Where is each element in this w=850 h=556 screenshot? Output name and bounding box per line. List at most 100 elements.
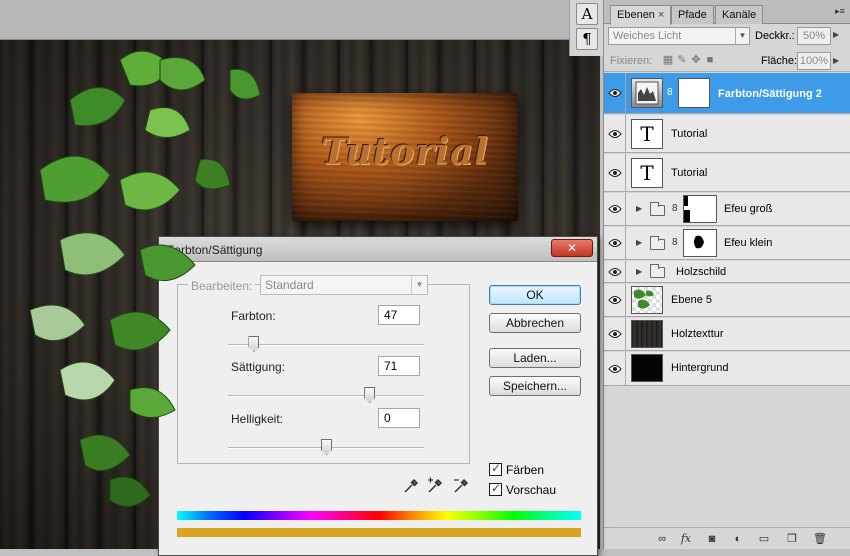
layer-name: Holzschild <box>676 266 727 278</box>
add-mask-icon[interactable]: ◙ <box>704 532 720 546</box>
layer-row-efeu-klein[interactable]: ▶ 8 Efeu klein <box>604 227 850 260</box>
eyedropper-minus-icon[interactable] <box>452 477 470 495</box>
layer-row-holztexttur[interactable]: Holztexttur <box>604 318 850 351</box>
new-layer-icon[interactable]: ❐ <box>784 532 800 546</box>
eye-icon[interactable] <box>604 261 626 282</box>
layer-thumbnail <box>631 286 663 314</box>
fx-icon[interactable]: fx <box>678 532 694 546</box>
text-layer-thumbnail-icon: T <box>631 119 663 149</box>
new-group-icon[interactable]: ▭ <box>756 532 772 546</box>
chevron-down-icon: ▼ <box>735 28 749 44</box>
eyedropper-plus-icon[interactable] <box>426 477 444 495</box>
layer-name: Ebene 5 <box>671 294 712 306</box>
colorize-label: Färben <box>506 463 545 477</box>
lock-transparency-icon[interactable]: ▦ <box>662 54 674 66</box>
lock-position-icon[interactable]: ✥ <box>690 54 702 66</box>
lock-row: Fixieren: ▦ ✎ ✥ ■ Fläche: 100% ▶ <box>604 50 850 72</box>
layer-name: Tutorial <box>671 167 708 179</box>
opacity-field[interactable]: 50% <box>797 27 831 45</box>
colorize-checkbox-row[interactable]: Färben <box>489 461 545 477</box>
paragraph-panel-icon[interactable]: ¶ <box>576 28 598 50</box>
fill-field[interactable]: 100% <box>797 52 831 70</box>
lock-pixels-icon[interactable]: ✎ <box>676 54 688 66</box>
lock-all-icon[interactable]: ■ <box>704 54 716 66</box>
link-icon[interactable]: 8 <box>667 87 673 98</box>
tab-ebenen-label: Ebenen <box>617 9 655 21</box>
layers-panel-footer: ∞ fx ◙ ◐ ▭ ❐ 🗑 <box>604 527 850 549</box>
tab-close-icon[interactable]: × <box>658 9 664 21</box>
mask-thumbnail[interactable] <box>678 78 710 108</box>
expand-triangle-icon[interactable]: ▶ <box>636 204 642 213</box>
layer-thumbnail <box>631 354 663 382</box>
layer-name: Tutorial <box>671 128 708 140</box>
folder-icon <box>650 236 665 250</box>
eye-icon[interactable] <box>604 154 626 191</box>
layer-row-farbton-saettigung-2[interactable]: 8 Farbton/Sättigung 2 <box>604 73 850 114</box>
hue-input[interactable]: 47 <box>378 305 420 325</box>
lock-label: Fixieren: <box>610 55 653 67</box>
cancel-button[interactable]: Abbrechen <box>489 313 581 333</box>
eye-icon[interactable] <box>604 318 626 350</box>
folder-icon <box>650 202 665 216</box>
layer-thumbnail <box>631 320 663 348</box>
layer-row-holzschild[interactable]: ▶ Holzschild <box>604 261 850 283</box>
load-button[interactable]: Laden... <box>489 348 581 368</box>
opacity-label: Deckkr.: <box>755 30 795 42</box>
expand-triangle-icon[interactable]: ▶ <box>636 267 642 276</box>
mask-thumbnail[interactable] <box>683 195 717 223</box>
saturation-input[interactable]: 71 <box>378 356 420 376</box>
link-icon[interactable]: 8 <box>672 237 678 248</box>
chevron-down-icon: ▼ <box>411 276 427 294</box>
layer-row-hintergrund[interactable]: Hintergrund <box>604 352 850 386</box>
layer-row-tutorial-1[interactable]: T Tutorial <box>604 115 850 153</box>
eye-icon[interactable] <box>604 227 626 259</box>
panel-dock-strip: A ¶ <box>569 0 603 56</box>
layer-name: Efeu klein <box>724 237 773 249</box>
expand-triangle-icon[interactable]: ▶ <box>636 238 642 247</box>
panel-tab-bar: Ebenen × Pfade Kanäle ▸≡ <box>604 0 850 25</box>
panel-menu-icon[interactable]: ▸≡ <box>833 4 847 18</box>
link-icon[interactable]: 8 <box>672 203 678 214</box>
preview-checkbox-row[interactable]: Vorschau <box>489 481 557 497</box>
adjustment-thumbnail <box>631 78 663 108</box>
layer-name: Holztexttur <box>671 328 724 340</box>
text-layer-thumbnail-icon: T <box>631 158 663 188</box>
tab-ebenen[interactable]: Ebenen × <box>610 5 672 25</box>
blend-mode-select[interactable]: Weiches Licht ▼ <box>608 27 750 45</box>
link-layers-icon[interactable]: ∞ <box>654 532 670 546</box>
eye-icon[interactable] <box>604 73 626 113</box>
tab-kanaele[interactable]: Kanäle <box>715 5 764 24</box>
adjustment-layer-icon[interactable]: ◐ <box>730 532 746 546</box>
wood-sign-artwork: Tutorial <box>292 93 518 221</box>
fill-label: Fläche: <box>761 55 798 67</box>
save-button[interactable]: Speichern... <box>489 376 581 396</box>
layers-panel: Ebenen × Pfade Kanäle ▸≡ Weiches Licht ▼ … <box>603 0 850 549</box>
eyedropper-icon[interactable] <box>402 477 420 495</box>
eye-icon[interactable] <box>604 115 626 152</box>
lightness-input[interactable]: 0 <box>378 408 420 428</box>
ok-button[interactable]: OK <box>489 285 581 305</box>
folder-icon <box>650 264 665 278</box>
eye-icon[interactable] <box>604 284 626 316</box>
eye-icon[interactable] <box>604 193 626 225</box>
character-panel-icon[interactable]: A <box>576 3 598 25</box>
layer-name: Efeu groß <box>724 203 773 215</box>
delete-layer-icon[interactable]: 🗑 <box>812 532 828 546</box>
tab-pfade[interactable]: Pfade <box>671 5 714 24</box>
close-button[interactable]: ✕ <box>551 239 593 257</box>
preview-label: Vorschau <box>506 483 557 497</box>
layer-name: Hintergrund <box>671 362 729 374</box>
layer-row-ebene-5[interactable]: Ebene 5 <box>604 284 850 317</box>
ivy-artwork <box>29 50 261 507</box>
layer-row-tutorial-2[interactable]: T Tutorial <box>604 154 850 192</box>
opacity-slider-arrow-icon[interactable]: ▶ <box>833 30 839 39</box>
preview-checkbox[interactable] <box>489 481 502 496</box>
mask-thumbnail[interactable] <box>683 229 717 257</box>
sign-text: Tutorial <box>321 131 489 173</box>
layer-name: Farbton/Sättigung 2 <box>718 88 822 100</box>
layer-row-efeu-gross[interactable]: ▶ 8 Efeu groß <box>604 193 850 226</box>
eye-icon[interactable] <box>604 352 626 385</box>
fill-slider-arrow-icon[interactable]: ▶ <box>833 56 839 65</box>
colorize-checkbox[interactable] <box>489 461 502 476</box>
blend-mode-value: Weiches Licht <box>613 30 682 42</box>
